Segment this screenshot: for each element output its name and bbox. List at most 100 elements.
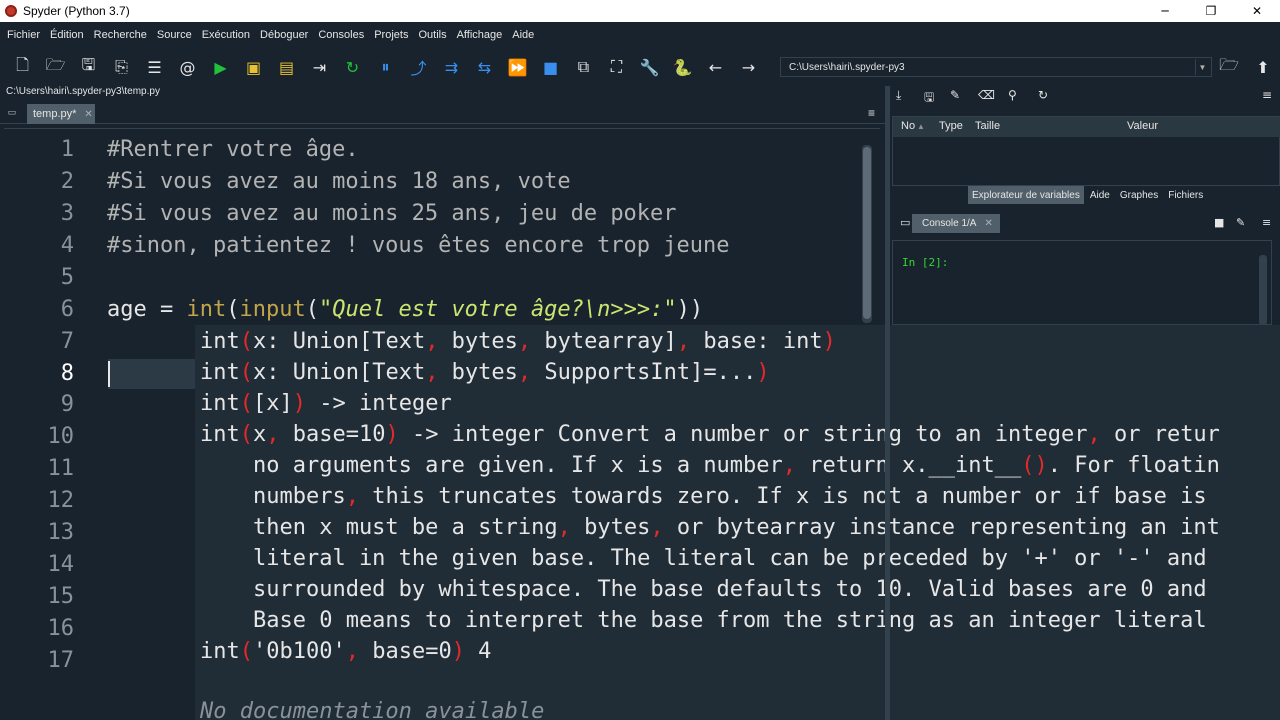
tab-console[interactable]: Console 1/A ✕ (912, 214, 1000, 233)
fullscreen-icon[interactable]: ⛶ (606, 56, 628, 78)
table-header: No ▲ Type Taille Valeur (893, 117, 1280, 137)
tooltip-token: ( (239, 422, 253, 447)
column-size[interactable]: Taille (975, 120, 1000, 132)
run-cell-icon[interactable]: ▣ (243, 56, 265, 78)
menu-outils[interactable]: Outils (413, 29, 451, 41)
run-cell-advance-icon[interactable]: ▤ (276, 56, 298, 78)
menu-consoles[interactable]: Consoles (313, 29, 369, 41)
tab-temp-py[interactable]: temp.py* ✕ (27, 104, 95, 124)
signature-line-3: int([x]) -> integer (200, 391, 452, 421)
step-icon[interactable]: ⤴ (408, 56, 430, 78)
tooltip-token: , (425, 360, 439, 385)
clear-console-icon[interactable]: ✎ (1236, 216, 1245, 229)
tooltip-token: base: int (690, 329, 823, 354)
menu-aide[interactable]: Aide (507, 29, 539, 41)
back-arrow-icon[interactable]: ← (705, 56, 727, 78)
window-title: Spyder (Python 3.7) (23, 4, 130, 18)
new-file-icon[interactable]: 🗋 (12, 55, 34, 78)
maximize-button[interactable]: ❐ (1188, 0, 1234, 22)
minimize-button[interactable]: ─ (1142, 0, 1188, 22)
open-file-icon[interactable]: 🗁 (45, 55, 67, 78)
editor-scrollbar[interactable] (862, 145, 872, 323)
hamburger-menu-icon[interactable]: ≡ (1262, 216, 1271, 229)
save-all-icon[interactable]: ⎘ (111, 56, 133, 78)
calltip-tooltip: int(x: Union[Text, bytes, bytearray], ba… (195, 325, 1280, 720)
continue-icon[interactable]: ⏩ (507, 56, 529, 78)
tab-files[interactable]: Fichiers (1164, 186, 1208, 204)
hamburger-menu-icon[interactable]: ≡ (868, 106, 875, 120)
tooltip-token: , (1087, 422, 1101, 447)
menu-projets[interactable]: Projets (369, 29, 413, 41)
console-scrollbar[interactable] (1259, 255, 1267, 325)
browse-tabs-icon[interactable]: ▭ (900, 216, 910, 229)
variable-explorer-table[interactable]: No ▲ Type Taille Valeur (892, 116, 1280, 186)
save-as-icon[interactable]: ✎ (950, 88, 960, 102)
stop-kernel-icon[interactable]: ■ (1214, 216, 1224, 229)
doc-line-1: int(x, base=10) -> integer Convert a num… (200, 422, 1220, 452)
tooltip-token: int (200, 639, 240, 664)
tab-variable-explorer[interactable]: Explorateur de variables (968, 186, 1084, 204)
menu-recherche[interactable]: Recherche (89, 29, 152, 41)
search-icon[interactable]: ⚲ (1008, 88, 1017, 102)
python-path-icon[interactable]: 🐍 (672, 56, 694, 78)
doc-line-5: literal in the given base. The literal c… (200, 546, 1207, 571)
menu-deboguer[interactable]: Déboguer (255, 29, 313, 41)
editor-tabbar: ▭ temp.py* ✕ ≡ (0, 102, 885, 124)
save-icon[interactable]: 🖫 (78, 55, 100, 78)
erase-icon[interactable]: ⌫ (978, 88, 995, 102)
pane-splitter[interactable] (885, 86, 890, 720)
menu-edition[interactable]: Édition (45, 29, 89, 41)
close-icon[interactable]: ✕ (984, 218, 992, 229)
tooltip-token: x: Union[Text (253, 360, 426, 385)
code-line-3: #Si vous avez au moins 25 ans, jeu de po… (107, 201, 677, 226)
import-data-icon[interactable]: ⤓ (896, 88, 901, 103)
at-icon[interactable]: @ (177, 56, 199, 78)
step-into-icon[interactable]: ⇉ (441, 56, 463, 78)
spyder-logo-icon (5, 5, 17, 17)
tab-help[interactable]: Aide (1085, 186, 1114, 204)
tooltip-token: () (1021, 453, 1048, 478)
menu-source[interactable]: Source (152, 29, 197, 41)
tooltip-token: . For floatin (1047, 453, 1220, 478)
rerun-icon[interactable]: ↻ (342, 56, 364, 78)
close-icon[interactable]: ✕ (84, 109, 92, 120)
working-directory-input[interactable]: C:\Users\hairi\.spyder-py3 ▼ (780, 57, 1212, 77)
tooltip-token: ) (822, 329, 836, 354)
parent-directory-icon[interactable]: ⬆ (1252, 57, 1274, 77)
variable-explorer-toolbar: ⤓ 🖫 ✎ ⌫ ⚲ ↻ ≡ (892, 86, 1280, 108)
line-number-gutter: 1 2 3 4 5 6 7 8 9 10 11 12 13 14 15 16 1… (4, 129, 102, 691)
debug-icon[interactable]: ⏸ (375, 56, 397, 78)
line-number: 13 (47, 520, 75, 545)
list-icon[interactable]: ☰ (144, 56, 166, 78)
code-line-6: age = int(input("Quel est votre âge?\n>>… (107, 297, 703, 327)
save-data-icon[interactable]: 🖫 (924, 88, 934, 109)
column-value[interactable]: Valeur (1127, 120, 1158, 132)
hamburger-menu-icon[interactable]: ≡ (1262, 88, 1272, 102)
browse-folder-icon[interactable]: 🗁 (1218, 55, 1240, 77)
preferences-icon[interactable]: 🔧 (639, 56, 661, 78)
tooltip-token: bytes (570, 515, 651, 540)
refresh-icon[interactable]: ↻ (1038, 88, 1048, 102)
maximize-pane-icon[interactable]: ⧉ (573, 56, 595, 78)
menu-affichage[interactable]: Affichage (452, 29, 508, 41)
browse-tabs-icon[interactable]: ▭ (6, 106, 18, 118)
column-no[interactable]: No (901, 120, 915, 132)
stop-icon[interactable]: ■ (540, 56, 562, 78)
step-return-icon[interactable]: ⇆ (474, 56, 496, 78)
menu-execution[interactable]: Exécution (197, 29, 255, 41)
run-icon[interactable]: ▶ (210, 56, 232, 78)
scrollbar-thumb[interactable] (863, 147, 871, 319)
ipython-console[interactable]: In [2]: (892, 240, 1272, 325)
tooltip-token: this truncates towards zero. If x is not… (358, 484, 1207, 509)
column-type[interactable]: Type (939, 120, 963, 132)
tab-plots[interactable]: Graphes (1115, 186, 1163, 204)
tooltip-token: ( (239, 639, 253, 664)
run-selection-icon[interactable]: ⇥ (309, 56, 331, 78)
forward-arrow-icon[interactable]: → (738, 56, 760, 78)
example-line: int('0b100', base=0) 4 (200, 639, 491, 669)
chevron-down-icon[interactable]: ▼ (1195, 59, 1209, 75)
menu-fichier[interactable]: Fichier (2, 29, 45, 41)
tooltip-token: int (200, 329, 240, 354)
tooltip-token: int (200, 360, 240, 385)
close-button[interactable]: ✕ (1234, 0, 1280, 22)
